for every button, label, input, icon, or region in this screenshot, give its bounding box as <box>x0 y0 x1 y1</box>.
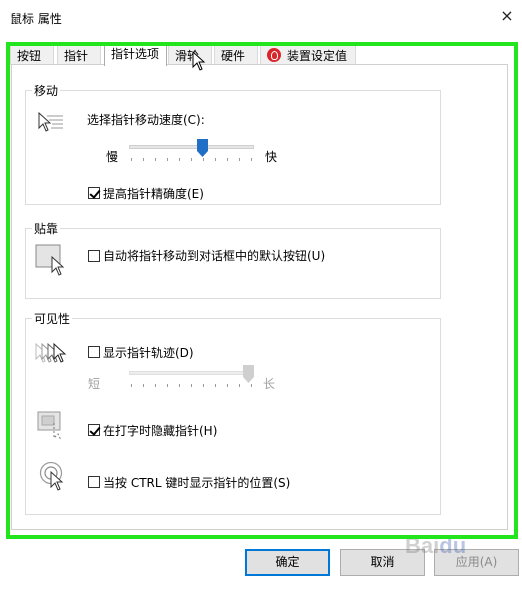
slider-tick <box>203 384 204 387</box>
hide-checkbox[interactable] <box>88 424 100 436</box>
precision-checkbox[interactable] <box>88 187 100 199</box>
snap-checkbox[interactable] <box>88 250 100 262</box>
speed-label: 选择指针移动速度(C): <box>87 113 205 127</box>
tab-label: 硬件 <box>221 49 246 63</box>
slider-tick <box>143 158 144 161</box>
slider-tick <box>227 158 228 161</box>
slider-tick <box>131 384 132 387</box>
tab-label: 指针 <box>64 49 89 63</box>
hide-while-typing-icon <box>37 411 62 441</box>
short-label: 短 <box>88 377 101 391</box>
show-location-icon <box>39 461 64 491</box>
window-title: 鼠标 属性 <box>10 12 62 26</box>
pointer-trails-icon <box>35 342 67 363</box>
trails-slider-ticks <box>131 384 252 388</box>
speed-slider-thumb[interactable] <box>197 139 209 157</box>
tab-buttons[interactable]: 按钮 <box>10 45 54 65</box>
tab-label: 指针选项 <box>111 47 160 61</box>
speed-slider-ticks <box>131 158 252 162</box>
snap-group: 贴靠 自动将指针移动到对话框中的默认按钮(U) <box>25 220 441 299</box>
tab-strip: 按钮 指针 指针选项 滑轮 硬件 装置设定值 <box>10 43 515 66</box>
visibility-group: 可见性 显示指针轨迹(D) 短 长 在打字时隐藏指针(H) 当按 CTRL 键时… <box>25 310 441 515</box>
synaptics-icon <box>267 48 281 62</box>
trails-label: 显示指针轨迹(D) <box>103 346 194 360</box>
fast-label: 快 <box>265 150 278 164</box>
tab-label: 按钮 <box>17 49 42 63</box>
snap-to-default-icon <box>35 244 65 276</box>
ctrl-location-label: 当按 CTRL 键时显示指针的位置(S) <box>103 476 291 490</box>
motion-group-label: 移动 <box>32 82 61 99</box>
slider-tick <box>191 158 192 161</box>
slider-tick <box>143 384 144 387</box>
slider-tick <box>179 384 180 387</box>
snap-group-label: 贴靠 <box>32 220 61 237</box>
title-bar: 鼠标 属性 × <box>0 0 522 36</box>
pointer-options-panel: 移动 选择指针移动速度(C): 慢 快 提高指针精确度(E) 贴靠 自动将指针移… <box>11 64 508 530</box>
tab-pointers[interactable]: 指针 <box>57 45 101 65</box>
slider-tick <box>251 384 252 387</box>
ok-button[interactable]: 确定 <box>245 549 330 576</box>
slider-tick <box>215 384 216 387</box>
snap-label: 自动将指针移动到对话框中的默认按钮(U) <box>103 249 326 263</box>
slider-tick <box>203 158 204 161</box>
pointer-speed-icon <box>38 111 63 132</box>
visibility-group-label: 可见性 <box>32 310 73 327</box>
tab-pointer-options[interactable]: 指针选项 <box>104 43 167 66</box>
slow-label: 慢 <box>106 150 119 164</box>
tab-hardware[interactable]: 硬件 <box>214 45 258 65</box>
slider-tick <box>167 384 168 387</box>
tab-label: 装置设定值 <box>287 49 348 63</box>
long-label: 长 <box>263 377 276 391</box>
slider-tick <box>179 158 180 161</box>
slider-tick <box>239 158 240 161</box>
slider-tick <box>215 158 216 161</box>
slider-tick <box>191 384 192 387</box>
trails-slider-thumb[interactable] <box>243 365 254 383</box>
mouse-cursor-icon <box>192 51 206 71</box>
slider-tick <box>227 384 228 387</box>
slider-tick <box>251 158 252 161</box>
motion-group: 移动 选择指针移动速度(C): 慢 快 提高指针精确度(E) <box>25 82 441 205</box>
slider-tick <box>167 158 168 161</box>
watermark-logo: Baidu <box>405 533 467 558</box>
ctrl-location-checkbox[interactable] <box>88 476 100 488</box>
tab-device-settings[interactable]: 装置设定值 <box>260 45 356 65</box>
slider-tick <box>155 158 156 161</box>
close-button[interactable]: × <box>492 0 522 32</box>
trails-slider-track[interactable] <box>129 371 254 375</box>
trails-checkbox[interactable] <box>88 346 100 358</box>
precision-label: 提高指针精确度(E) <box>103 187 204 201</box>
slider-tick <box>131 158 132 161</box>
hide-label: 在打字时隐藏指针(H) <box>103 424 218 438</box>
slider-tick <box>155 384 156 387</box>
slider-tick <box>239 384 240 387</box>
speed-slider-track[interactable] <box>129 145 254 149</box>
